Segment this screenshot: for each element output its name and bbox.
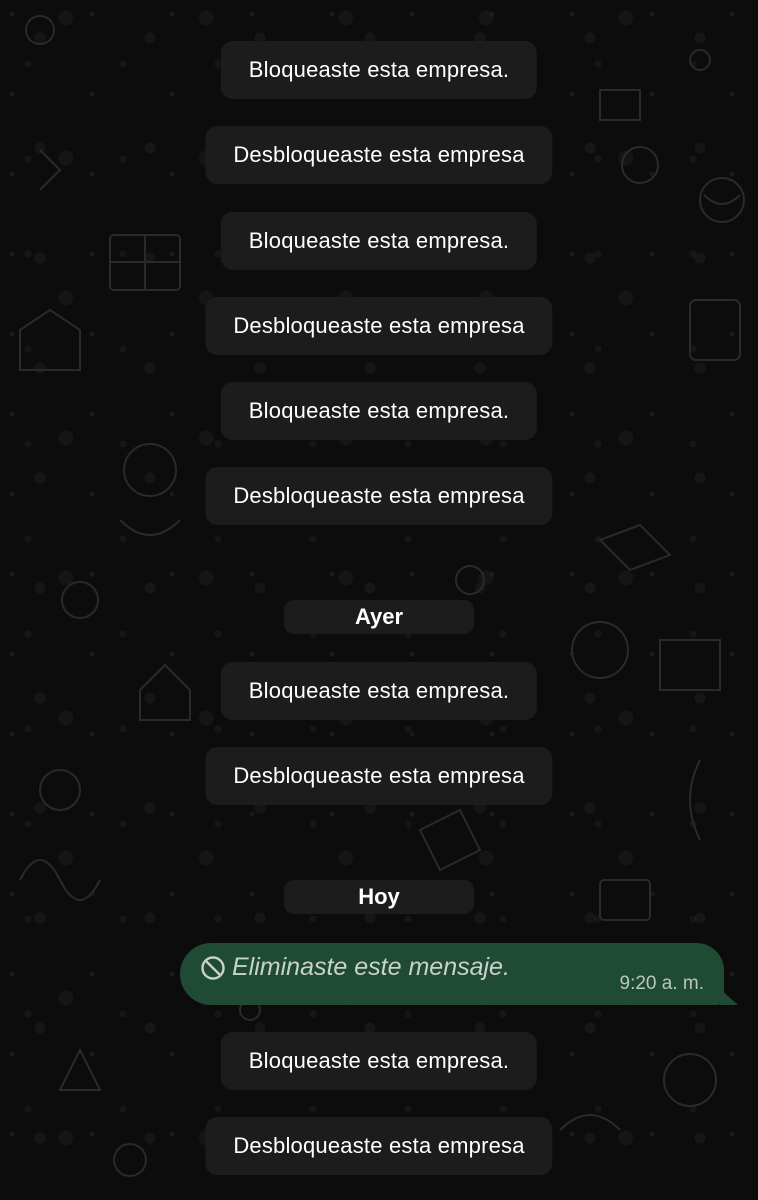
system-message-blocked: Bloqueaste esta empresa. [220,1032,538,1090]
system-message-unblocked: Desbloqueaste esta empresa [205,126,553,184]
message-timestamp: 9:20 a. m. [619,973,705,994]
date-separator-today: Hoy [284,880,474,914]
system-message-unblocked: Desbloqueaste esta empresa [205,747,553,805]
system-message-blocked: Bloqueaste esta empresa. [220,382,538,440]
system-message-blocked: Bloqueaste esta empresa. [220,212,538,270]
prohibited-icon [201,956,225,980]
system-message-unblocked: Desbloqueaste esta empresa [205,1117,553,1175]
date-separator-yesterday: Ayer [284,600,474,634]
system-message-unblocked: Desbloqueaste esta empresa [205,297,553,355]
system-message-blocked: Bloqueaste esta empresa. [220,662,538,720]
message-list[interactable]: Bloqueaste esta empresa. Desbloqueaste e… [0,0,758,1200]
system-message-unblocked: Desbloqueaste esta empresa [205,467,553,525]
system-message-blocked: Bloqueaste esta empresa. [220,41,538,99]
outgoing-message-deleted[interactable]: Eliminaste este mensaje. 9:20 a. m. [180,943,738,1005]
deleted-message-text: Eliminaste este mensaje. [232,953,510,981]
